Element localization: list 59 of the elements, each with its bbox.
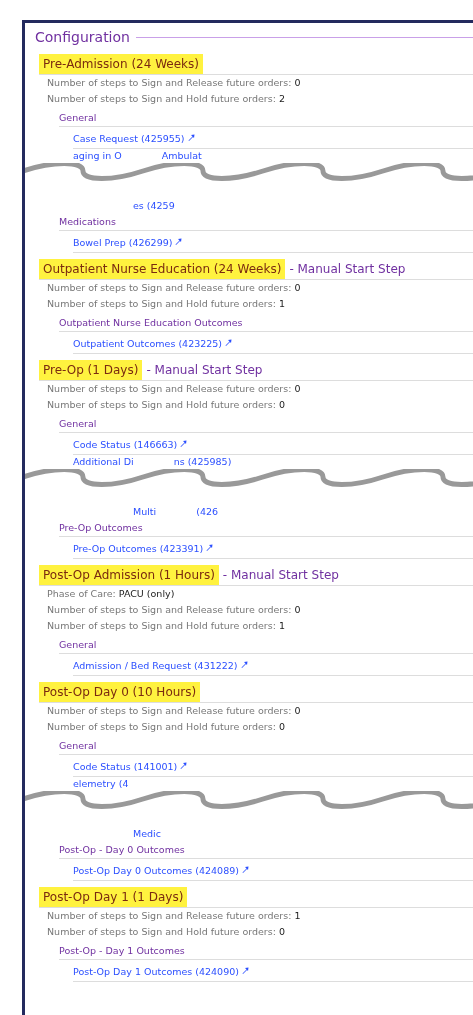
category-heading: General	[59, 636, 473, 654]
order-link[interactable]: Case Request (425955)	[73, 133, 185, 144]
category-heading: Pre-Op Outcomes	[59, 519, 473, 537]
order-link[interactable]: Outpatient Outcomes (423225)	[73, 338, 223, 349]
detail-text: Number of steps to Sign and Hold future orders: 0	[47, 398, 286, 412]
detail-text: Number of steps to Sign and Hold future orders: 2	[47, 92, 286, 106]
partial-text: ns (425985)	[173, 455, 232, 469]
category-heading: Medications	[59, 213, 473, 231]
detail-text: Phase of Care: PACU (only)	[47, 587, 176, 601]
category-heading: General	[59, 109, 473, 127]
detail-text: Number of steps to Sign and Release future orders: 0	[47, 76, 302, 90]
external-link-icon	[241, 866, 249, 873]
section-title: Configuration	[35, 28, 130, 47]
detail-text: Number of steps to Sign and Release future orders: 0	[47, 382, 302, 396]
detail-text: Number of steps to Sign and Release future orders: 0	[47, 281, 302, 295]
detail-text: Number of steps to Sign and Hold future orders: 0	[47, 720, 286, 734]
order-link[interactable]: Code Status (146663)	[73, 439, 178, 450]
detail-text: Number of steps to Sign and Hold future orders: 1	[47, 619, 286, 633]
detail-text: Number of steps to Sign and Hold future orders: 1	[47, 297, 286, 311]
partial-text: Ambulat	[161, 149, 202, 163]
category-heading: General	[59, 737, 473, 755]
order-link[interactable]: Post-Op Day 0 Outcomes (424089)	[73, 865, 239, 876]
order-link[interactable]: Bowel Prep (426299)	[73, 237, 173, 248]
detail-text: Number of steps to Sign and Release future orders: 0	[47, 704, 302, 718]
detail-text: Number of steps to Sign and Release future orders: 1	[47, 909, 302, 923]
step-name: Outpatient Nurse Education (24 Weeks)	[39, 259, 286, 279]
external-link-icon	[175, 238, 183, 245]
manual-start-label: - Manual Start Step	[146, 362, 263, 379]
partial-text: Multi	[133, 505, 157, 520]
partial-text: elemetry (4	[73, 777, 129, 791]
partial-text: Additional Di	[73, 455, 134, 469]
external-link-icon	[187, 134, 195, 141]
partial-text: es (4259	[133, 199, 175, 214]
manual-start-label: - Manual Start Step	[289, 261, 406, 278]
order-link[interactable]: Admission / Bed Request (431222)	[73, 660, 238, 671]
step-name: Post-Op Admission (1 Hours)	[39, 565, 219, 585]
step-name: Post-Op Day 0 (10 Hours)	[39, 682, 201, 702]
external-link-icon	[180, 762, 188, 769]
manual-start-label: - Manual Start Step	[222, 567, 339, 584]
detail-text: Number of steps to Sign and Release future orders: 0	[47, 603, 302, 617]
partial-text: aging in O	[73, 149, 122, 163]
order-link[interactable]: Post-Op Day 1 Outcomes (424090)	[73, 966, 239, 977]
external-link-icon	[180, 440, 188, 447]
partial-text: (426	[196, 505, 219, 520]
external-link-icon	[241, 967, 249, 974]
category-heading: Post-Op - Day 0 Outcomes	[59, 841, 473, 859]
category-heading: Post-Op - Day 1 Outcomes	[59, 942, 473, 960]
step-name: Post-Op Day 1 (1 Days)	[39, 887, 188, 907]
external-link-icon	[225, 339, 233, 346]
category-heading: General	[59, 415, 473, 433]
order-link[interactable]: Code Status (141001)	[73, 761, 178, 772]
partial-text: Medic	[133, 827, 161, 842]
detail-text: Number of steps to Sign and Hold future orders: 0	[47, 925, 286, 939]
order-link[interactable]: Pre-Op Outcomes (423391)	[73, 543, 204, 554]
category-heading: Outpatient Nurse Education Outcomes	[59, 314, 473, 332]
external-link-icon	[240, 661, 248, 668]
step-name: Pre-Op (1 Days)	[39, 360, 143, 380]
step-name: Pre-Admission (24 Weeks)	[39, 54, 203, 74]
external-link-icon	[206, 544, 214, 551]
